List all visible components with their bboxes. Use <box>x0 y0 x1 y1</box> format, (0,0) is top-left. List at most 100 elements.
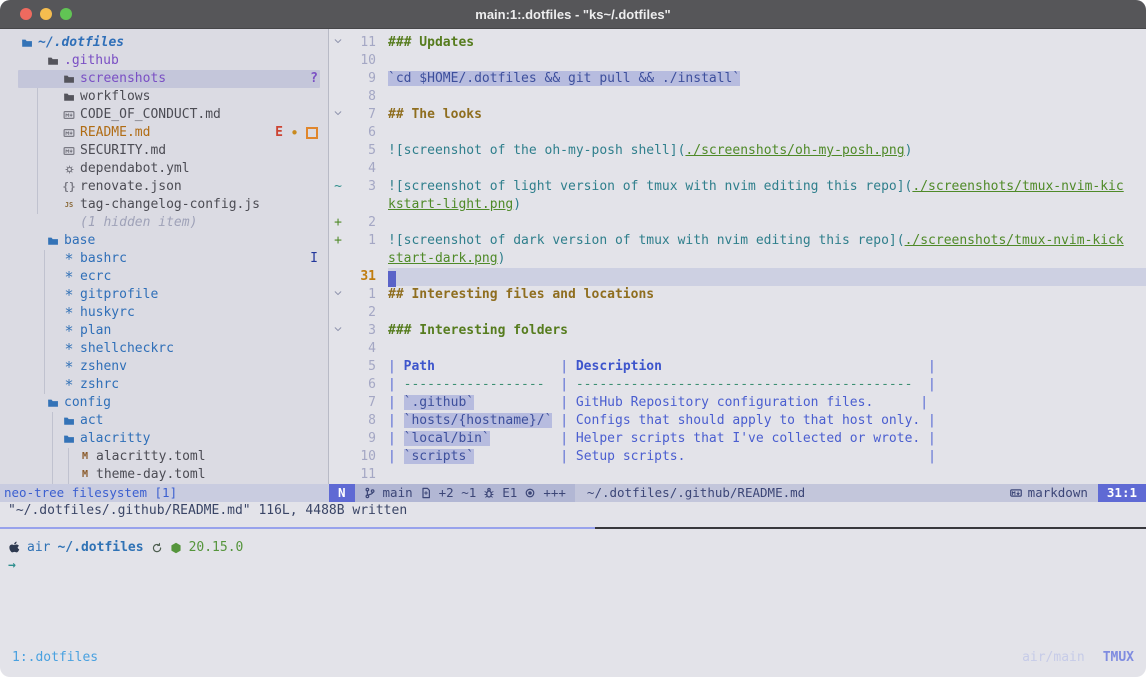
tree-item-label: alacritty.toml <box>96 448 206 466</box>
tree-item-renovate.json[interactable]: {}renovate.json <box>0 178 328 196</box>
line-text: | `hosts/{hostname}/` | Configs that sho… <box>388 412 1146 430</box>
tree-item-code-of-conduct.md[interactable]: CODE_OF_CONDUCT.md <box>0 106 328 124</box>
prompt-arrow: → <box>8 557 1146 575</box>
line-number: 4 <box>344 160 376 178</box>
tree-item-zshenv[interactable]: *zshenv <box>0 358 328 376</box>
gutter <box>332 70 344 88</box>
tree-item-workflows[interactable]: workflows <box>0 88 328 106</box>
tree-item-alacritty.toml[interactable]: Malacritty.toml <box>0 448 328 466</box>
fold-chevron-icon[interactable] <box>332 106 344 124</box>
tree-item-badges: ? <box>310 70 318 88</box>
line-number: 11 <box>344 34 376 52</box>
text-cursor <box>388 271 396 287</box>
editor-line[interactable]: 9| `local/bin` | Helper scripts that I'v… <box>329 430 1146 448</box>
editor-line[interactable]: 4 <box>329 340 1146 358</box>
tree-item-label: shellcheckrc <box>80 340 174 358</box>
tree-item-zshrc[interactable]: *zshrc <box>0 376 328 394</box>
line-number <box>344 196 376 214</box>
git-refresh-icon <box>151 542 163 554</box>
tree-item-badges: I <box>310 250 318 268</box>
editor-line[interactable]: 5![screenshot of the oh-my-posh shell](.… <box>329 142 1146 160</box>
tree-item-label: SECURITY.md <box>80 142 166 160</box>
line-text: ![screenshot of the oh-my-posh shell](./… <box>388 142 1146 160</box>
line-number: 6 <box>344 376 376 394</box>
tree-item-huskyrc[interactable]: *huskyrc <box>0 304 328 322</box>
editor-line[interactable]: 6 <box>329 124 1146 142</box>
line-number: 7 <box>344 106 376 124</box>
fold-chevron-icon[interactable] <box>332 286 344 304</box>
tree-item-label: ecrc <box>80 268 111 286</box>
tree-item-theme-day.toml[interactable]: Mtheme-day.toml <box>0 466 328 484</box>
line-text <box>388 124 1146 142</box>
tree-item-label: screenshots <box>80 70 166 88</box>
fold-chevron-icon[interactable] <box>332 34 344 52</box>
tree-item-base[interactable]: base <box>0 232 328 250</box>
tree-item-plan[interactable]: *plan <box>0 322 328 340</box>
editor-line[interactable]: 9`cd $HOME/.dotfiles && git pull && ./in… <box>329 70 1146 88</box>
line-text: kstart-light.png) <box>388 196 1146 214</box>
folder-icon <box>46 55 60 67</box>
gutter <box>332 250 344 268</box>
editor-line[interactable]: 10| `scripts` | Setup scripts. | <box>329 448 1146 466</box>
tree-item-act[interactable]: act <box>0 412 328 430</box>
gutter <box>332 394 344 412</box>
tree-item-label: base <box>64 232 95 250</box>
gutter <box>332 340 344 358</box>
tree-item-config[interactable]: config <box>0 394 328 412</box>
editor-line[interactable]: +2 <box>329 214 1146 232</box>
editor-line[interactable]: 10 <box>329 52 1146 70</box>
line-text: ### Interesting folders <box>388 322 1146 340</box>
editor-line[interactable]: +1![screenshot of dark version of tmux w… <box>329 232 1146 250</box>
editor-line[interactable]: 3### Interesting folders <box>329 322 1146 340</box>
gutter <box>332 52 344 70</box>
shell-pane[interactable]: air~/.dotfiles20.15.0 → <box>0 529 1146 646</box>
editor-line[interactable]: 11### Updates <box>329 34 1146 52</box>
editor-line[interactable]: 11 <box>329 466 1146 484</box>
editor-line[interactable]: kstart-light.png) <box>329 196 1146 214</box>
tree-item-dependabot.yml[interactable]: dependabot.yml <box>0 160 328 178</box>
tree-item-.github[interactable]: .github <box>0 52 328 70</box>
fold-chevron-icon[interactable] <box>332 322 344 340</box>
line-text: ## Interesting files and locations <box>388 286 1146 304</box>
titlebar: main:1:.dotfiles - "ks~/.dotfiles" <box>0 0 1146 29</box>
tree-item-security.md[interactable]: SECURITY.md <box>0 142 328 160</box>
tree-item-readme.md[interactable]: README.mdE• <box>0 124 328 142</box>
editor-line[interactable]: 7| `.github` | GitHub Repository configu… <box>329 394 1146 412</box>
editor-line[interactable]: 5| Path | Description | <box>329 358 1146 376</box>
git-segment: main+2 ~1E1+++ <box>355 484 575 502</box>
editor-line[interactable]: 8 <box>329 88 1146 106</box>
tree-item-screenshots[interactable]: screenshots? <box>0 70 328 88</box>
editor-line[interactable]: ~3![screenshot of light version of tmux … <box>329 178 1146 196</box>
terminal-window: main:1:.dotfiles - "ks~/.dotfiles" ~/.do… <box>0 0 1146 677</box>
tree-item-ecrc[interactable]: *ecrc <box>0 268 328 286</box>
editor-line[interactable]: 7## The looks <box>329 106 1146 124</box>
md-icon <box>62 109 76 121</box>
line-text: | ------------------ | -----------------… <box>388 376 1146 394</box>
editor-cursor-line[interactable]: 31 <box>329 268 1146 286</box>
toml-icon: M <box>78 466 92 484</box>
tree-item--1-hidden-item-[interactable]: (1 hidden item) <box>0 214 328 232</box>
editor-line[interactable]: 6 | ------------------ | ----------------… <box>329 376 1146 394</box>
tmux-pane-border[interactable] <box>0 527 1146 529</box>
buffer-icon <box>420 487 432 499</box>
tree-item-alacritty[interactable]: alacritty <box>0 430 328 448</box>
tree-item-tag-changelog-config.js[interactable]: JStag-changelog-config.js <box>0 196 328 214</box>
line-number: 11 <box>344 466 376 484</box>
line-number: 10 <box>344 448 376 466</box>
line-text <box>388 340 1146 358</box>
line-text: | `.github` | GitHub Repository configur… <box>388 394 1146 412</box>
tree-item---.dotfiles[interactable]: ~/.dotfiles <box>0 34 328 52</box>
editor-line[interactable]: 8| `hosts/{hostname}/` | Configs that sh… <box>329 412 1146 430</box>
tree-item-gitprofile[interactable]: *gitprofile <box>0 286 328 304</box>
tree-item-bashrc[interactable]: *bashrcI <box>0 250 328 268</box>
gutter <box>332 88 344 106</box>
line-text <box>388 88 1146 106</box>
editor-line[interactable]: 4 <box>329 160 1146 178</box>
editor-line[interactable]: 1## Interesting files and locations <box>329 286 1146 304</box>
line-text: ![screenshot of light version of tmux wi… <box>388 178 1146 196</box>
tmux-window-item[interactable]: 1:.dotfiles <box>12 649 98 667</box>
editor-line[interactable]: start-dark.png) <box>329 250 1146 268</box>
tree-item-shellcheckrc[interactable]: *shellcheckrc <box>0 340 328 358</box>
gutter <box>332 430 344 448</box>
editor-line[interactable]: 2 <box>329 304 1146 322</box>
